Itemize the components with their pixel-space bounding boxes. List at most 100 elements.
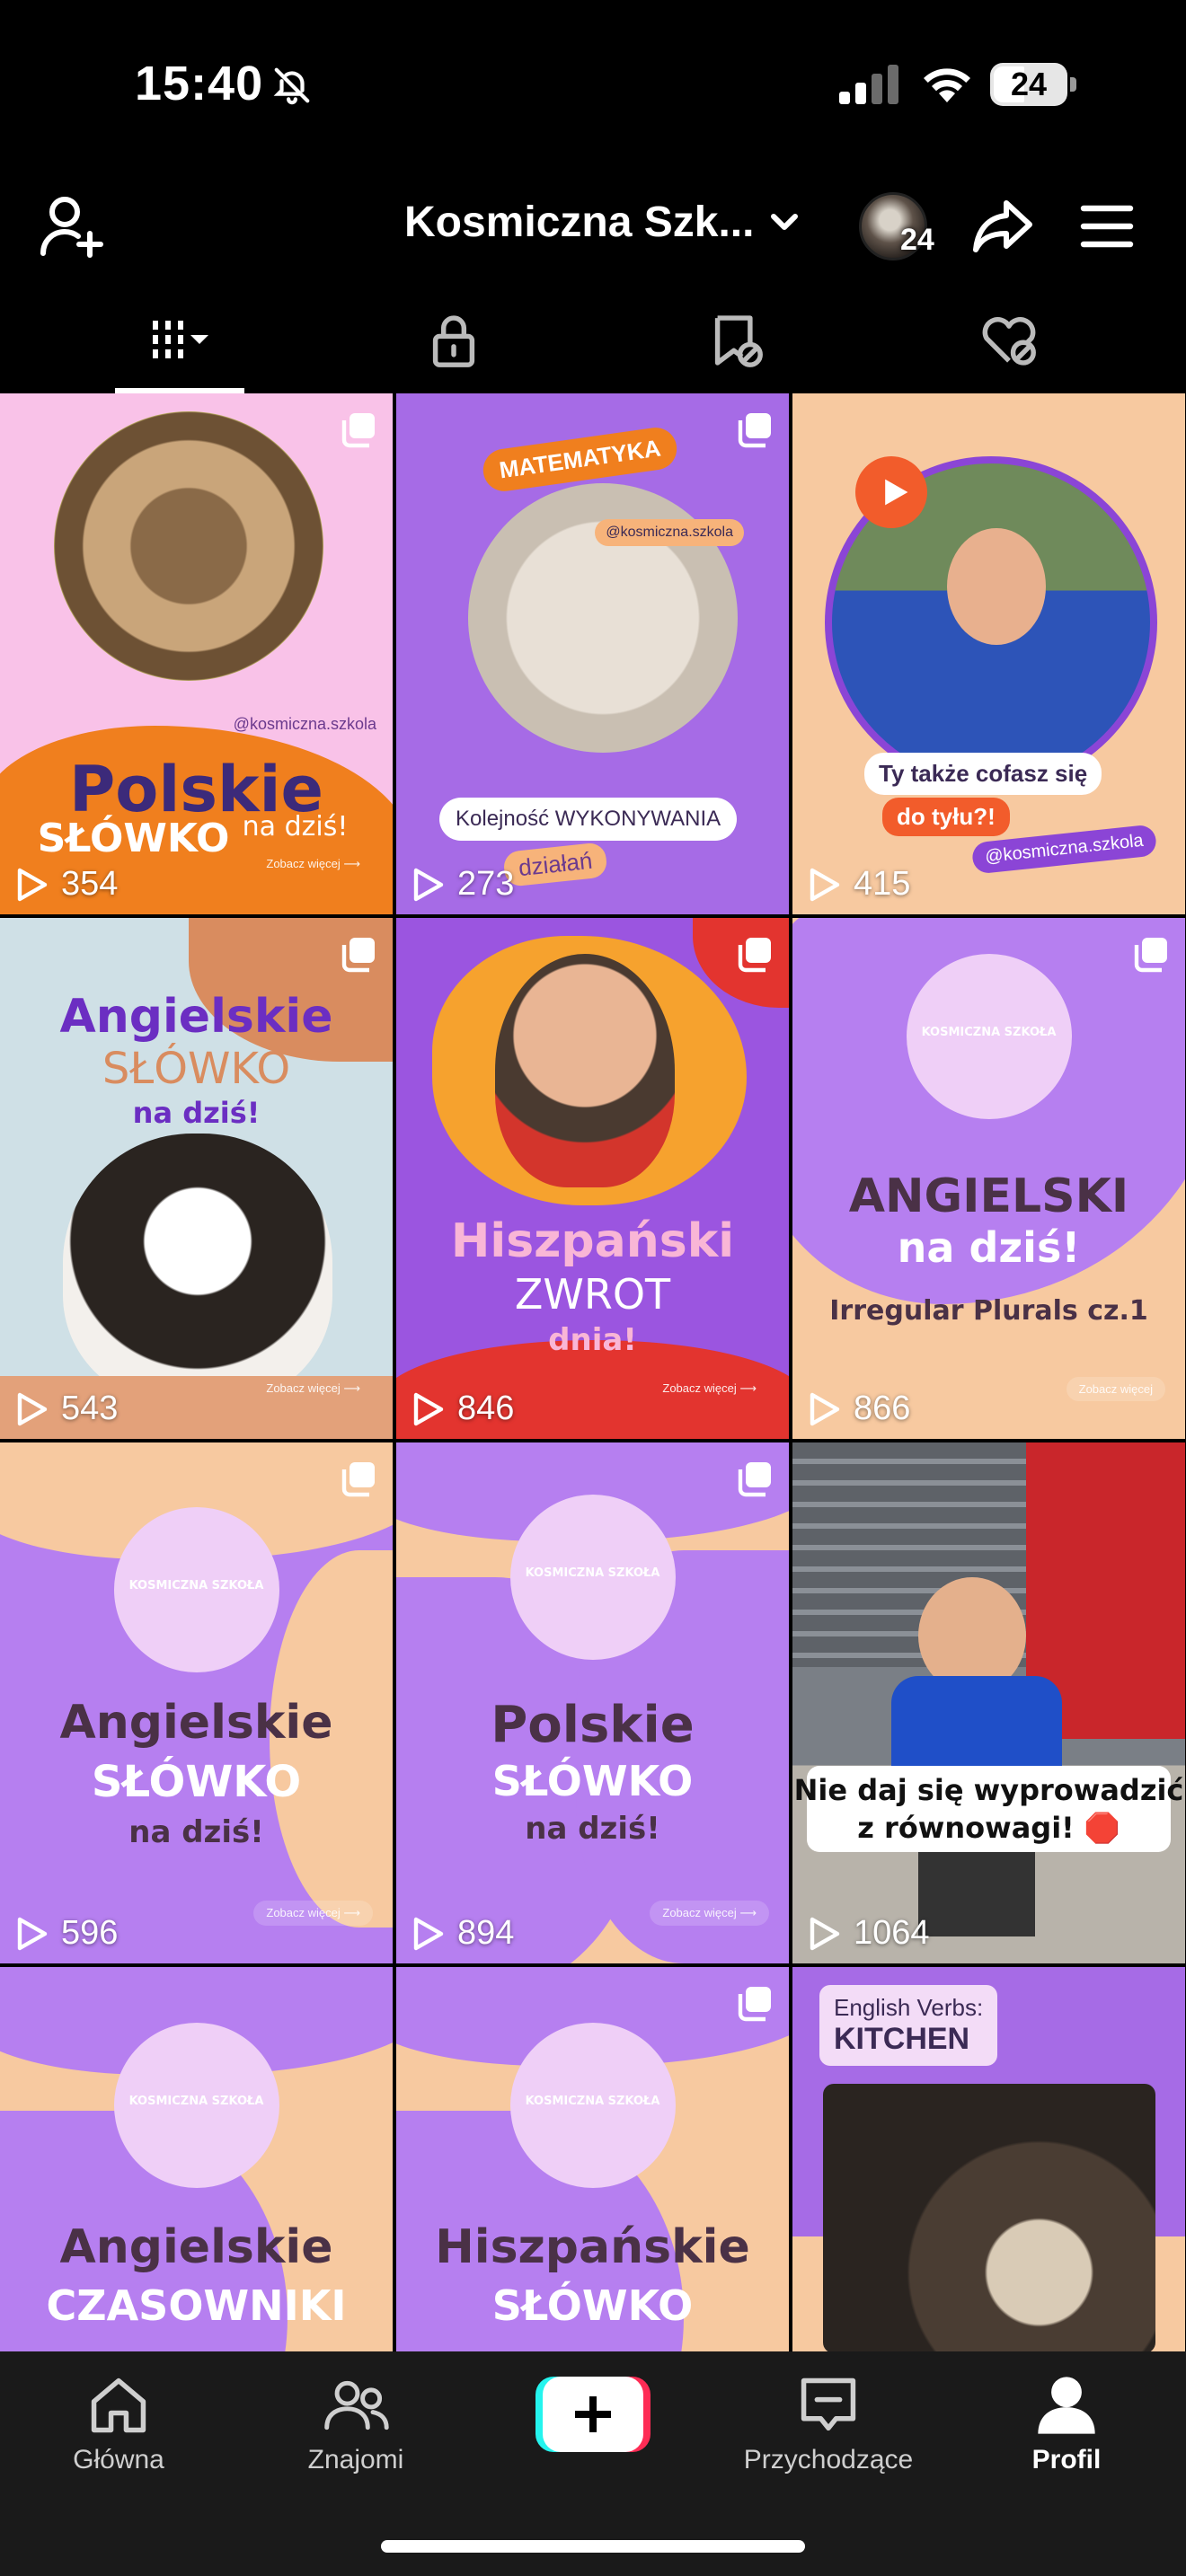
play-icon <box>413 1917 444 1950</box>
tile-subtitle: SŁÓWKO <box>102 1044 291 1094</box>
multi-video-icon <box>738 938 771 973</box>
video-tile[interactable]: KOSMICZNA SZKOŁA Angielskie SŁÓWKO na dz… <box>0 1442 393 1963</box>
play-icon <box>17 1392 48 1425</box>
tile-subtitle: SŁÓWKO <box>91 1757 302 1807</box>
tile-header: English Verbs: KITCHEN <box>819 1985 998 2066</box>
add-friend-icon[interactable] <box>40 194 108 259</box>
tile-caption: na dziś! <box>525 1811 660 1847</box>
tile-subtitle: CZASOWNIKI <box>46 2281 347 2330</box>
tile-title: Angielskie <box>59 1696 333 1750</box>
tile-title: Hiszpański <box>450 1214 735 1268</box>
nav-profile[interactable]: Profil <box>1001 2371 1132 2497</box>
cellular-signal-icon <box>839 65 898 104</box>
video-tile[interactable]: KOSMICZNA SZKOŁA Polskie SŁÓWKO na dziś!… <box>396 1442 789 1963</box>
tile-title: Angielskie <box>59 2220 333 2274</box>
nav-label: Znajomi <box>307 2445 404 2475</box>
mascot-label: KOSMICZNA SZKOŁA <box>128 1579 264 1592</box>
status-bar: 15:40 24 <box>0 0 1186 171</box>
video-tile[interactable]: KOSMICZNA SZKOŁA Hiszpańskie SŁÓWKO <box>396 1967 789 2351</box>
chevron-down-icon <box>771 214 799 230</box>
tile-cta: Zobacz więcej <box>1066 1377 1165 1401</box>
profile-icon <box>1038 2377 1095 2434</box>
view-count-text: 866 <box>854 1389 911 1427</box>
inbox-icon <box>801 2378 856 2431</box>
tile-subtitle: do tyłu?! <box>882 798 1010 836</box>
multi-video-icon <box>1134 938 1167 973</box>
video-tile[interactable]: Hiszpański ZWROT dnia! Zobacz więcej ⟶ 8… <box>396 918 789 1439</box>
view-count-text: 354 <box>61 865 119 903</box>
account-switcher[interactable]: Kosmiczna Szk... <box>404 190 802 253</box>
view-count: 273 <box>412 865 514 904</box>
tab-liked[interactable] <box>861 287 1157 393</box>
video-tile[interactable]: KOSMICZNA SZKOŁA ANGIELSKI na dziś! Irre… <box>792 918 1185 1439</box>
view-count-text: 1064 <box>854 1914 930 1952</box>
view-count-text: 846 <box>457 1389 515 1427</box>
tile-subtitle: KITCHEN <box>834 2022 970 2056</box>
lock-icon <box>432 315 475 367</box>
nav-label: Główna <box>73 2445 164 2475</box>
tab-videos[interactable] <box>31 287 328 393</box>
share-icon[interactable] <box>970 194 1035 259</box>
create-plus-icon[interactable] <box>535 2377 651 2452</box>
view-count: 596 <box>16 1914 118 1953</box>
view-count: 866 <box>809 1389 910 1428</box>
nav-friends[interactable]: Znajomi <box>284 2371 428 2497</box>
liked-icon <box>982 317 1036 366</box>
bottom-nav: Główna Znajomi Przychodzące Profil <box>0 2351 1186 2576</box>
video-tile[interactable]: Angielskie SŁÓWKO na dziś! Zobacz więcej… <box>0 918 393 1439</box>
video-tile[interactable]: Nie daj się wyprowadzić z równowagi! 🛑 1… <box>792 1442 1185 1963</box>
video-tile[interactable]: MATEMATYKA Kolejność WYKONYWANIA działań… <box>396 393 789 914</box>
view-count-text: 273 <box>457 865 515 903</box>
play-icon <box>413 1392 444 1425</box>
nav-inbox[interactable]: Przychodzące <box>737 2371 920 2497</box>
view-count: 415 <box>809 865 910 904</box>
play-icon <box>810 1917 840 1950</box>
tile-caption: na dziś! <box>242 811 349 842</box>
tile-cta: Zobacz więcej ⟶ <box>266 1381 360 1395</box>
tile-title: Nie daj się wyprowadzić <box>793 1773 1184 1807</box>
story-count-badge: 24 <box>900 223 934 257</box>
tile-subtitle: z równowagi! 🛑 <box>857 1811 1120 1845</box>
menu-icon[interactable] <box>1078 198 1136 255</box>
wifi-icon <box>924 68 970 102</box>
tile-subtitle: na dziś! <box>897 1223 1081 1272</box>
tile-caption: na dziś! <box>132 1096 261 1130</box>
profile-tabs <box>0 287 1186 393</box>
tile-caption: Irregular Plurals cz.1 <box>829 1295 1148 1327</box>
tile-caption: dnia! <box>548 1322 637 1358</box>
tile-subtitle: ZWROT <box>514 1270 671 1319</box>
multi-video-icon <box>341 938 375 973</box>
video-tile[interactable]: KOSMICZNA SZKOŁA Angielskie CZASOWNIKI <box>0 1967 393 2351</box>
home-indicator <box>381 2540 805 2553</box>
repost-icon <box>714 315 763 367</box>
view-count: 894 <box>412 1914 514 1953</box>
video-grid: Polskie SŁÓWKO na dziś! @kosmiczna.szkol… <box>0 393 1186 2351</box>
view-count-text: 596 <box>61 1914 119 1952</box>
multi-video-icon <box>341 1462 375 1497</box>
tile-handle: @kosmiczna.szkola <box>233 715 376 733</box>
battery-icon: 24 <box>990 63 1076 106</box>
tile-subtitle: SŁÓWKO <box>491 2281 694 2330</box>
multi-video-icon <box>341 413 375 448</box>
tile-title: Polskie <box>491 1696 695 1754</box>
video-tile[interactable]: Ty także cofasz się do tyłu?! @kosmiczna… <box>792 393 1185 914</box>
play-icon <box>810 868 840 901</box>
view-count-text: 894 <box>457 1914 515 1952</box>
status-time: 15:40 <box>135 57 264 110</box>
tile-title: English Verbs: <box>834 1994 984 2021</box>
video-tile[interactable]: English Verbs: KITCHEN <box>792 1967 1185 2351</box>
tab-private[interactable] <box>305 287 602 393</box>
tile-caption: na dziś! <box>128 1814 264 1850</box>
tile-title: Kolejność WYKONYWANIA <box>439 798 738 841</box>
multi-video-icon <box>738 413 771 448</box>
video-tile[interactable]: Polskie SŁÓWKO na dziś! @kosmiczna.szkol… <box>0 393 393 914</box>
view-count: 1064 <box>809 1914 930 1953</box>
multi-video-icon <box>738 1462 771 1497</box>
profile-header: Kosmiczna Szk... 24 <box>0 171 1186 278</box>
tab-reposts[interactable] <box>588 287 884 393</box>
nav-label: Przychodzące <box>743 2445 914 2475</box>
nav-home[interactable]: Główna <box>52 2371 185 2497</box>
tile-subtitle: działań <box>502 842 609 887</box>
battery-level-text: 24 <box>1010 66 1048 102</box>
grid-icon <box>153 321 208 358</box>
